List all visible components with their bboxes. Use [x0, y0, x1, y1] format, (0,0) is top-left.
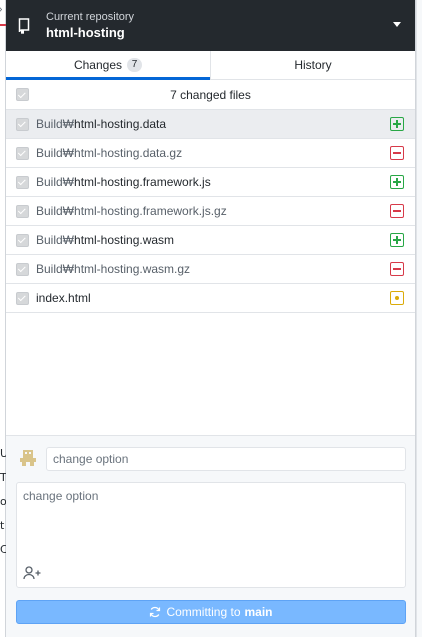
file-checkbox[interactable] [16, 291, 29, 305]
file-list: Build₩html-hosting.data Build₩html-hosti… [6, 110, 415, 313]
repository-caption: Current repository [46, 11, 135, 23]
file-path: Build₩html-hosting.data.gz [36, 146, 182, 160]
commit-button-label: Committing to [166, 605, 241, 619]
file-dir: Build₩ [36, 204, 75, 218]
file-row[interactable]: Build₩html-hosting.wasm [6, 226, 415, 255]
file-row[interactable]: Build₩html-hosting.framework.js.gz [6, 197, 415, 226]
file-name: html-hosting.data [74, 117, 167, 131]
file-row[interactable]: Build₩html-hosting.wasm.gz [6, 255, 415, 284]
file-dir: Build₩ [36, 262, 75, 276]
tab-history-label: History [294, 58, 332, 72]
sync-icon [150, 606, 161, 618]
background-text-fragment: t [0, 519, 5, 532]
file-row[interactable]: Build₩html-hosting.framework.js [6, 168, 415, 197]
file-modified-icon [390, 291, 404, 305]
commit-form: Committing to main [6, 435, 415, 637]
file-added-icon [390, 233, 404, 247]
file-dir: Build₩ [36, 233, 75, 247]
file-name: html-hosting.framework.js [74, 175, 211, 189]
changes-panel: Current repository html-hosting Changes … [6, 0, 416, 637]
file-path: Build₩html-hosting.wasm.gz [36, 262, 190, 276]
changed-files-summary: 7 changed files [170, 87, 251, 102]
commit-button[interactable]: Committing to main [16, 600, 406, 624]
add-coauthor-icon[interactable] [23, 565, 41, 581]
file-deleted-icon [390, 204, 404, 218]
scrollbar-track[interactable] [416, 0, 422, 637]
file-deleted-icon [390, 262, 404, 276]
tab-changes-label: Changes [73, 58, 123, 72]
file-name: html-hosting.wasm.gz [74, 262, 191, 276]
file-checkbox[interactable] [16, 204, 29, 218]
commit-description-input[interactable] [17, 483, 405, 563]
select-all-checkbox[interactable] [16, 88, 29, 101]
file-row[interactable]: Build₩html-hosting.data.gz [6, 139, 415, 168]
file-deleted-icon [390, 146, 404, 160]
commit-description-box [16, 482, 406, 588]
chevron-down-icon [393, 22, 401, 27]
avatar [18, 448, 38, 468]
file-path: Build₩html-hosting.wasm [36, 233, 174, 247]
tab-history[interactable]: History [210, 51, 415, 79]
file-dir: Build₩ [36, 146, 75, 160]
file-checkbox[interactable] [16, 117, 29, 131]
file-checkbox[interactable] [16, 262, 29, 276]
commit-summary-input[interactable] [46, 447, 406, 471]
repository-name: html-hosting [46, 25, 125, 40]
commit-branch-name: main [244, 605, 273, 619]
file-name: html-hosting.framework.js.gz [74, 204, 227, 218]
file-path: Build₩html-hosting.framework.js.gz [36, 204, 227, 218]
file-name: index.html [36, 291, 91, 305]
repository-selector[interactable]: Current repository html-hosting [6, 0, 415, 51]
changes-count-badge: 7 [127, 58, 143, 72]
file-row[interactable]: index.html [6, 284, 415, 313]
file-added-icon [390, 117, 404, 131]
repo-icon [16, 16, 32, 36]
file-dir: Build₩ [36, 117, 75, 131]
chevron-right-icon: › [0, 4, 2, 15]
file-name: html-hosting.data.gz [74, 146, 183, 160]
file-checkbox[interactable] [16, 233, 29, 247]
changed-files-header: 7 changed files [6, 80, 415, 110]
file-path: index.html [36, 291, 91, 305]
file-path: Build₩html-hosting.framework.js [36, 175, 211, 189]
tab-changes[interactable]: Changes 7 [6, 51, 210, 80]
file-name: html-hosting.wasm [74, 233, 175, 247]
file-dir: Build₩ [36, 175, 75, 189]
file-checkbox[interactable] [16, 146, 29, 160]
repository-text: Current repository html-hosting [46, 10, 134, 41]
file-added-icon [390, 175, 404, 189]
tab-bar: Changes 7 History [6, 51, 415, 80]
file-checkbox[interactable] [16, 175, 29, 189]
file-row[interactable]: Build₩html-hosting.data [6, 110, 415, 139]
file-path: Build₩html-hosting.data [36, 117, 166, 131]
